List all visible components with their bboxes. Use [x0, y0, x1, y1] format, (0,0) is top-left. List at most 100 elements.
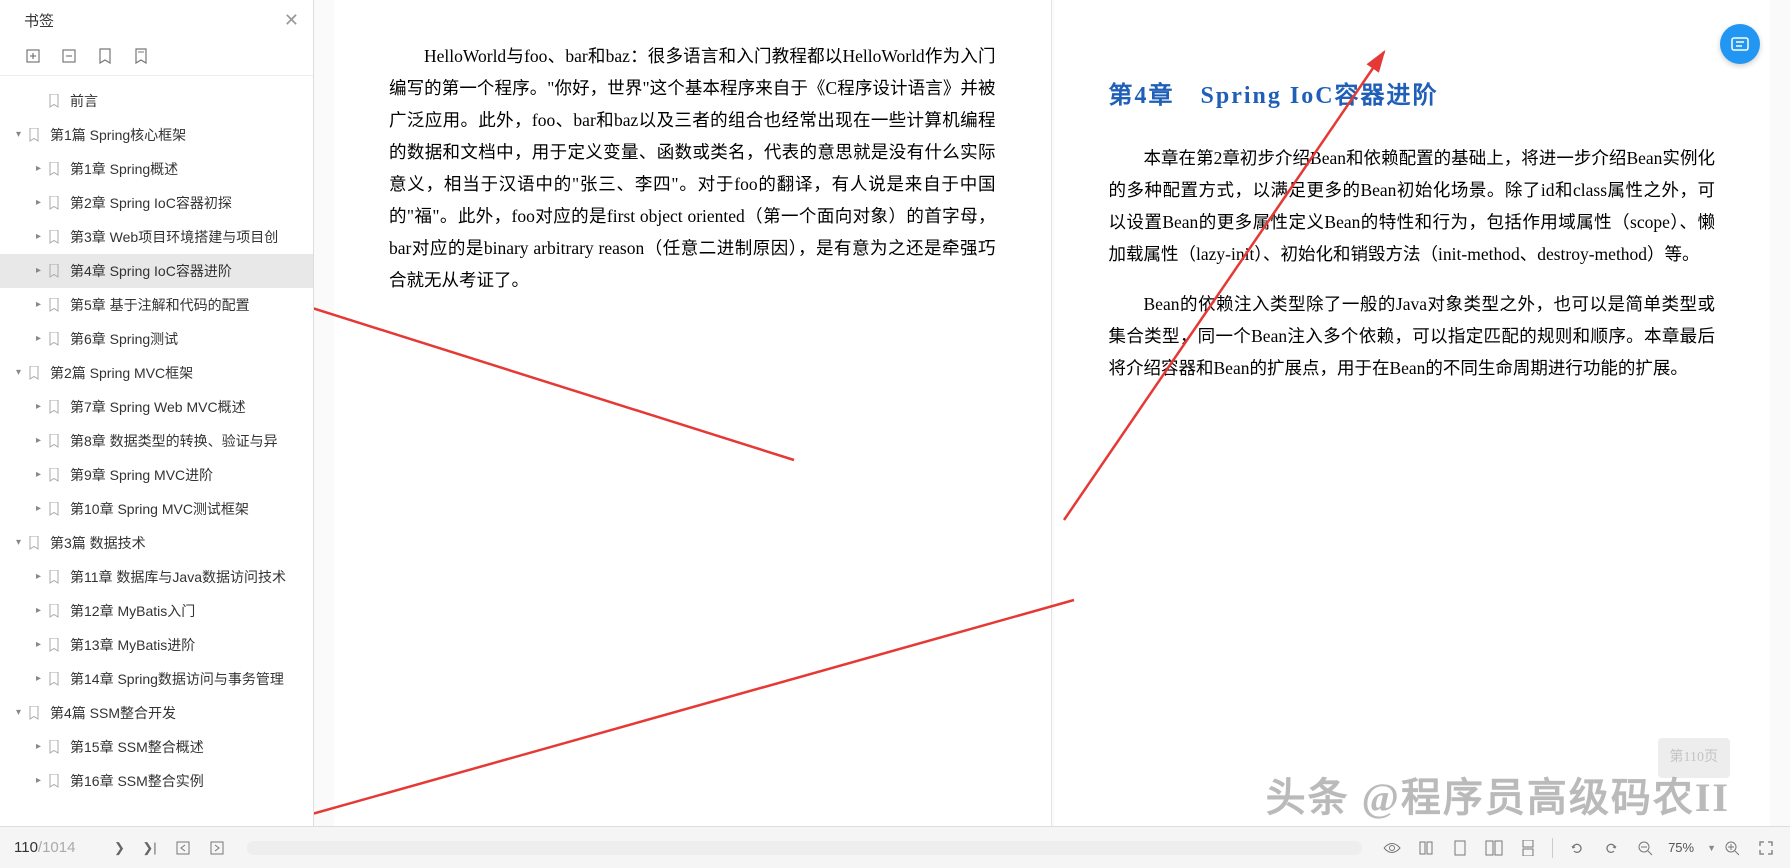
app-container: 书签 ✕ 前言▾第1篇 Spring核心框架▸第1章 Spring概述▸第2章 … [0, 0, 1790, 868]
chapter-title: 第4章 Spring IoC容器进阶 [1109, 80, 1716, 112]
bottom-left-group: 110/1014 ❯ ❯| [14, 838, 227, 858]
bookmark-item[interactable]: ▸ 第16章 SSM整合实例 [0, 764, 313, 798]
bookmark-item[interactable]: ▸ 第11章 数据库与Java数据访问技术 [0, 560, 313, 594]
bookmark-icon [48, 264, 64, 278]
last-page-icon[interactable]: ❯| [139, 838, 159, 858]
bookmark-item[interactable]: ▾ 第1篇 Spring核心框架 [0, 118, 313, 152]
two-page-icon[interactable] [1484, 838, 1504, 858]
zoom-controls: 75% ▼ [1635, 838, 1742, 858]
bookmark-icon [48, 638, 64, 652]
expand-arrow-icon[interactable]: ▸ [36, 600, 48, 622]
horizontal-scrollbar[interactable] [247, 841, 1362, 855]
bookmark-item[interactable]: ▸第6章 Spring测试 [0, 322, 313, 356]
expand-arrow-icon[interactable]: ▸ [36, 770, 48, 792]
expand-arrow-icon[interactable]: ▾ [16, 532, 28, 554]
eye-icon[interactable] [1382, 838, 1402, 858]
collapse-all-icon[interactable] [60, 47, 78, 65]
zoom-value[interactable]: 75% [1661, 840, 1701, 855]
expand-arrow-icon[interactable]: ▸ [36, 328, 48, 350]
bookmark-icon [28, 128, 44, 142]
main-content: HelloWorld与foo、bar和baz：很多语言和入门教程都以HelloW… [314, 0, 1790, 868]
expand-arrow-icon[interactable]: ▾ [16, 124, 28, 146]
expand-all-icon[interactable] [24, 47, 42, 65]
rotate-right-icon[interactable] [1601, 838, 1621, 858]
next-page-icon[interactable]: ❯ [109, 838, 129, 858]
bookmark-label: 第11章 数据库与Java数据访问技术 [70, 566, 286, 588]
bookmark-item[interactable]: ▸ 第14章 Spring数据访问与事务管理 [0, 662, 313, 696]
bookmark-icon [48, 230, 64, 244]
expand-arrow-icon[interactable]: ▸ [36, 566, 48, 588]
bookmark-list[interactable]: 前言▾第1篇 Spring核心框架▸第1章 Spring概述▸第2章 Sprin… [0, 76, 313, 868]
rotate-left-icon[interactable] [1567, 838, 1587, 858]
expand-arrow-icon[interactable]: ▸ [36, 192, 48, 214]
current-page: 110 [14, 839, 38, 856]
bookmark-item[interactable]: ▾ 第2篇 Spring MVC框架 [0, 356, 313, 390]
bottom-right-group: 75% ▼ [1382, 838, 1776, 858]
bookmark-item[interactable]: ▸第7章 Spring Web MVC概述 [0, 390, 313, 424]
close-sidebar-button[interactable]: ✕ [284, 10, 299, 31]
bookmark-label: 第2篇 Spring MVC框架 [50, 362, 193, 384]
bookmark-icon [48, 400, 64, 414]
expand-arrow-icon[interactable]: ▸ [36, 634, 48, 656]
bookmark-label: 第4章 Spring IoC容器进阶 [70, 260, 232, 282]
bookmark-icon [48, 162, 64, 176]
zoom-in-icon[interactable] [1722, 838, 1742, 858]
bookmarks-sidebar: 书签 ✕ 前言▾第1篇 Spring核心框架▸第1章 Spring概述▸第2章 … [0, 0, 314, 868]
bookmark-label: 第5章 基于注解和代码的配置 [70, 294, 250, 316]
bookmark-item[interactable]: ▸ 第10章 Spring MVC测试框架 [0, 492, 313, 526]
left-paragraph-1: HelloWorld与foo、bar和baz：很多语言和入门教程都以HelloW… [389, 40, 996, 296]
bookmark-icon [48, 604, 64, 618]
expand-arrow-icon[interactable]: ▸ [36, 668, 48, 690]
zoom-dropdown-icon[interactable]: ▼ [1707, 843, 1716, 853]
bookmark-icon [48, 94, 64, 108]
expand-arrow-icon[interactable]: ▸ [36, 226, 48, 248]
continuous-icon[interactable] [1518, 838, 1538, 858]
bookmark-icon [48, 298, 64, 312]
bookmark-label: 第2章 Spring IoC容器初探 [70, 192, 232, 214]
expand-arrow-icon[interactable]: ▸ [36, 158, 48, 180]
bookmark-label: 第10章 Spring MVC测试框架 [70, 498, 249, 520]
single-page-icon[interactable] [1450, 838, 1470, 858]
bookmark-label: 第1篇 Spring核心框架 [50, 124, 186, 146]
bookmark-icon [28, 706, 44, 720]
bookmark-item[interactable]: ▸ 第2章 Spring IoC容器初探 [0, 186, 313, 220]
bookmark-item[interactable]: ▸第15章 SSM整合概述 [0, 730, 313, 764]
expand-arrow-icon[interactable]: ▸ [36, 396, 48, 418]
prev-view-icon[interactable] [173, 838, 193, 858]
floating-help-button[interactable] [1720, 24, 1760, 64]
expand-arrow-icon[interactable]: ▸ [36, 498, 48, 520]
bookmark-item[interactable]: ▸第9章 Spring MVC进阶 [0, 458, 313, 492]
bookmark-filled-icon[interactable] [132, 47, 150, 65]
fit-page-icon[interactable] [1416, 838, 1436, 858]
bookmark-item[interactable]: ▸ 第5章 基于注解和代码的配置 [0, 288, 313, 322]
bookmark-item[interactable]: ▸第12章 MyBatis入门 [0, 594, 313, 628]
bottom-toolbar: 110/1014 ❯ ❯| 75% ▼ [0, 826, 1790, 868]
expand-arrow-icon[interactable]: ▸ [36, 430, 48, 452]
bookmark-label: 第14章 Spring数据访问与事务管理 [70, 668, 284, 690]
bookmark-item[interactable]: ▸第3章 Web项目环境搭建与项目创 [0, 220, 313, 254]
bookmark-icon [28, 536, 44, 550]
bookmark-label: 第16章 SSM整合实例 [70, 770, 204, 792]
expand-arrow-icon[interactable]: ▾ [16, 362, 28, 384]
bookmark-label: 第3篇 数据技术 [50, 532, 146, 554]
expand-arrow-icon[interactable]: ▸ [36, 260, 48, 282]
bookmark-item[interactable]: ▸ 第4章 Spring IoC容器进阶 [0, 254, 313, 288]
zoom-out-icon[interactable] [1635, 838, 1655, 858]
bookmark-outline-icon[interactable] [96, 47, 114, 65]
bookmark-item[interactable]: ▸第13章 MyBatis进阶 [0, 628, 313, 662]
bookmark-item[interactable]: 前言 [0, 84, 313, 118]
bookmark-icon [48, 502, 64, 516]
bookmark-item[interactable]: ▾ 第3篇 数据技术 [0, 526, 313, 560]
page-number-display[interactable]: 110/1014 [14, 839, 75, 856]
expand-arrow-icon[interactable]: ▸ [36, 736, 48, 758]
expand-arrow-icon[interactable]: ▸ [36, 294, 48, 316]
fullscreen-icon[interactable] [1756, 838, 1776, 858]
bookmark-item[interactable]: ▸第1章 Spring概述 [0, 152, 313, 186]
expand-arrow-icon[interactable]: ▸ [36, 464, 48, 486]
next-view-icon[interactable] [207, 838, 227, 858]
bookmark-item[interactable]: ▸第8章 数据类型的转换、验证与异 [0, 424, 313, 458]
expand-arrow-icon[interactable]: ▾ [16, 702, 28, 724]
bookmark-item[interactable]: ▾第4篇 SSM整合开发 [0, 696, 313, 730]
bookmark-icon [48, 774, 64, 788]
watermark-text: 头条 @程序员高级码农II [1266, 765, 1730, 823]
